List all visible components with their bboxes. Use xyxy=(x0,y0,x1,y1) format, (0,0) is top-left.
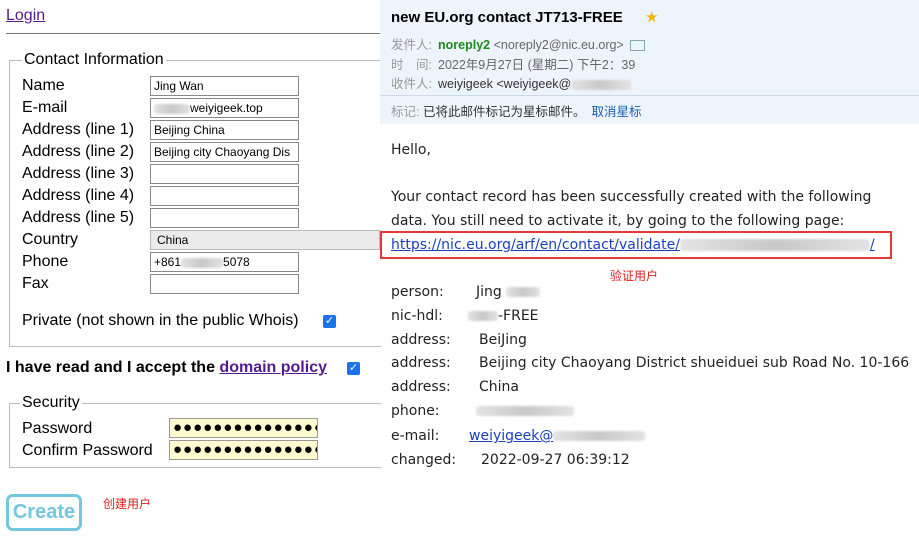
address-line2-input[interactable]: Beijing city Chaoyang Dis xyxy=(150,142,299,162)
activation-link-text: https://nic.eu.org/arf/en/contact/valida… xyxy=(391,237,680,253)
redacted-blur xyxy=(476,406,574,416)
time-value: 2022年9月27日 (星期二) 下午2：39 xyxy=(438,58,636,72)
sender-name[interactable]: noreply2 xyxy=(438,38,490,52)
record-value: -FREE xyxy=(468,308,539,324)
email-value[interactable]: weiyigeek@ xyxy=(469,428,553,444)
address-line2-label: Address (line 2) xyxy=(22,143,135,160)
address-line4-input[interactable] xyxy=(150,186,299,206)
mail-divider xyxy=(380,95,919,96)
record-key: address: xyxy=(391,332,451,348)
to-label: 收件人: xyxy=(391,77,432,91)
verify-annotation: 验证用户 xyxy=(610,269,659,283)
tag-label: 标记: xyxy=(391,105,420,119)
activation-link[interactable]: https://nic.eu.org/arf/en/contact/valida… xyxy=(391,237,875,253)
mail-from-row: 发件人: noreply2 <noreply2@nic.eu.org> xyxy=(391,34,645,53)
mail-body-line2: data. You still need to activate it, by … xyxy=(391,213,845,229)
create-button[interactable]: Create xyxy=(6,494,82,531)
fax-input[interactable] xyxy=(150,274,299,294)
email-input-value: weiyigeek.top xyxy=(190,101,263,115)
redacted-blur xyxy=(679,239,870,251)
star-icon[interactable]: ★ xyxy=(645,8,658,26)
record-key: nic-hdl: xyxy=(391,308,443,324)
accept-policy-text: I have read and I accept the domain poli… xyxy=(6,359,327,377)
create-annotation: 创建用户 xyxy=(103,497,152,511)
mail-time-row: 时 间: 2022年9月27日 (星期二) 下午2：39 xyxy=(391,54,635,73)
record-key: address: xyxy=(391,379,451,395)
nic-hdl-value: -FREE xyxy=(498,308,539,324)
email-label: E-mail xyxy=(22,99,68,116)
phone-input-tail: 5078 xyxy=(223,255,250,269)
address-line5-label: Address (line 5) xyxy=(22,209,135,226)
security-legend: Security xyxy=(22,394,80,411)
checkbox-checked-icon: ✓ xyxy=(348,362,359,374)
record-value xyxy=(476,403,574,419)
record-value: weiyigeek@ xyxy=(469,428,646,444)
phone-input-value: +861 xyxy=(154,255,182,269)
domain-policy-link[interactable]: domain policy xyxy=(219,359,327,376)
mail-tag-row: 标记: 已将此邮件标记为星标邮件。 取消星标 xyxy=(391,101,642,120)
record-key: address: xyxy=(391,355,451,371)
divider xyxy=(6,33,380,34)
record-value: 2022-09-27 06:39:12 xyxy=(481,452,630,468)
fax-label: Fax xyxy=(22,275,49,292)
private-checkbox[interactable]: ✓ xyxy=(323,315,336,328)
record-value: Beijing city Chaoyang District shueiduei… xyxy=(479,355,910,371)
address-line1-input[interactable]: Beijing China xyxy=(150,120,299,140)
login-link[interactable]: Login xyxy=(6,7,45,25)
confirm-password-label: Confirm Password xyxy=(22,442,153,459)
record-key: phone: xyxy=(391,403,440,419)
record-value: Jing xyxy=(476,284,541,300)
address-line3-label: Address (line 3) xyxy=(22,165,135,182)
redacted-blur xyxy=(468,311,498,321)
email-input[interactable]: weiyigeek.top xyxy=(150,98,299,118)
address-line4-label: Address (line 4) xyxy=(22,187,135,204)
phone-label: Phone xyxy=(22,253,69,270)
sender-address: <noreply2@nic.eu.org> xyxy=(493,38,624,52)
address-line1-label: Address (line 1) xyxy=(22,121,135,138)
contact-information-legend: Contact Information xyxy=(24,51,164,68)
tag-text: 已将此邮件标记为星标邮件。 xyxy=(422,105,586,119)
phone-input[interactable]: +861 5078 xyxy=(150,252,299,272)
record-value: China xyxy=(479,379,519,395)
person-value: Jing xyxy=(476,284,502,300)
mail-to-row: 收件人: weiyigeek <weiyigeek@ xyxy=(391,73,632,92)
country-select[interactable]: China xyxy=(150,230,380,250)
redacted-blur xyxy=(154,103,190,114)
mail-greeting: Hello, xyxy=(391,142,431,158)
mail-body-line1: Your contact record has been successfull… xyxy=(391,189,872,205)
accept-policy-label: I have read and I accept the xyxy=(6,359,215,376)
redacted-blur xyxy=(571,79,632,90)
private-label: Private (not shown in the public Whois) xyxy=(22,312,299,329)
contact-card-icon[interactable] xyxy=(629,40,645,52)
redacted-blur xyxy=(506,287,541,297)
time-label: 时 间: xyxy=(391,58,432,72)
unstar-link[interactable]: 取消星标 xyxy=(591,105,641,119)
record-value: BeiJing xyxy=(479,332,527,348)
recipient[interactable]: weiyigeek <weiyigeek@ xyxy=(438,77,571,91)
from-label: 发件人: xyxy=(391,38,432,52)
address-line3-input[interactable] xyxy=(150,164,299,184)
address-line5-input[interactable] xyxy=(150,208,299,228)
name-label: Name xyxy=(22,77,65,94)
checkbox-checked-icon: ✓ xyxy=(324,315,335,327)
password-input[interactable]: ●●●●●●●●●●●●●●● xyxy=(169,418,318,438)
name-input[interactable]: Jing Wan xyxy=(150,76,299,96)
redacted-blur xyxy=(553,431,646,441)
password-label: Password xyxy=(22,420,93,437)
accept-policy-checkbox[interactable]: ✓ xyxy=(347,362,360,375)
confirm-password-input[interactable]: ●●●●●●●●●●●●●●● xyxy=(169,440,318,460)
mail-subject: new EU.org contact JT713-FREE xyxy=(391,9,623,26)
country-label: Country xyxy=(22,231,79,248)
record-key: person: xyxy=(391,284,444,300)
record-key: e-mail: xyxy=(391,428,440,444)
record-key: changed: xyxy=(391,452,457,468)
redacted-blur xyxy=(181,257,224,268)
